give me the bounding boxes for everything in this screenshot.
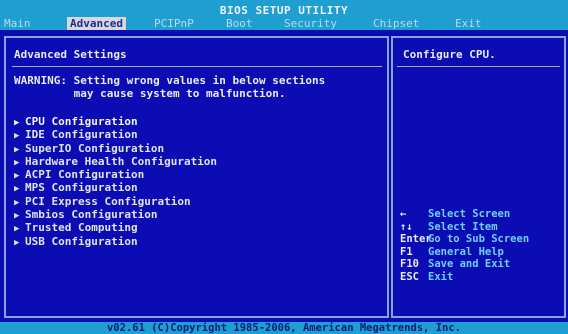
warning-line-2: may cause system to malfunction. xyxy=(14,87,286,100)
tab-chipset[interactable]: Chipset xyxy=(370,17,422,30)
legend-row: F10 Save and Exit xyxy=(400,258,529,271)
menu-item-label: Trusted Computing xyxy=(25,221,138,235)
legend-desc: General Help xyxy=(428,245,504,258)
menu-item-pci-express-configuration[interactable]: ▶ PCI Express Configuration xyxy=(14,195,217,208)
tab-security[interactable]: Security xyxy=(281,17,340,30)
menu-item-label: IDE Configuration xyxy=(25,128,138,142)
help-text: Configure CPU. xyxy=(403,48,496,61)
title-divider xyxy=(12,66,382,67)
bios-screen: BIOS SETUP UTILITY Main Advanced PCIPnP … xyxy=(0,0,568,334)
tab-main[interactable]: Main xyxy=(1,17,34,30)
legend-desc: Select Screen xyxy=(428,208,511,220)
menu-item-mps-configuration[interactable]: ▶ MPS Configuration xyxy=(14,181,217,194)
legend-row: EnterGo to Sub Screen xyxy=(400,233,529,246)
menu-item-smbios-configuration[interactable]: ▶ Smbios Configuration xyxy=(14,208,217,221)
header-bar: BIOS SETUP UTILITY Main Advanced PCIPnP … xyxy=(0,0,568,30)
menu-item-trusted-computing[interactable]: ▶ Trusted Computing xyxy=(14,221,217,234)
enter-key: Enter xyxy=(400,233,432,246)
left-arrow-key: ← xyxy=(400,208,407,220)
help-divider xyxy=(397,66,560,67)
menu-item-label: CPU Configuration xyxy=(25,115,138,128)
legend-row: F1 General Help xyxy=(400,246,529,259)
legend-desc: Save and Exit xyxy=(428,258,511,271)
esc-key: ESC xyxy=(400,270,419,283)
footer-bar: v02.61 (C)Copyright 1985-2006, American … xyxy=(0,322,568,334)
f1-key: F1 xyxy=(400,245,413,258)
tab-boot[interactable]: Boot xyxy=(223,17,256,30)
menu-item-label: Smbios Configuration xyxy=(25,208,158,222)
up-down-arrow-key: ↑↓ xyxy=(400,220,413,233)
menu-bar: Main Advanced PCIPnP Boot Security Chips… xyxy=(0,17,568,30)
legend-desc: Exit xyxy=(428,270,454,283)
legend-desc: Select Item xyxy=(428,220,498,233)
legend-row: ↑↓ Select Item xyxy=(400,221,529,234)
menu-item-label: SuperIO Configuration xyxy=(25,141,165,155)
menu-item-label: PCI Express Configuration xyxy=(25,194,191,208)
menu-item-acpi-configuration[interactable]: ▶ ACPI Configuration xyxy=(14,168,217,181)
f10-key: F10 xyxy=(400,258,419,271)
menu-item-superio-configuration[interactable]: ▶ SuperIO Configuration xyxy=(14,142,217,155)
panel-title: Advanced Settings xyxy=(14,48,127,61)
submenu-list: ▶ CPU Configuration ▶ IDE Configuration ▶ S… xyxy=(14,115,217,248)
tab-advanced[interactable]: Advanced xyxy=(67,17,126,30)
legend-row: ← Select Screen xyxy=(400,208,529,221)
menu-item-label: MPS Configuration xyxy=(25,181,138,195)
menu-item-label: Hardware Health Configuration xyxy=(25,154,218,168)
menu-item-label: ACPI Configuration xyxy=(25,168,145,182)
warning-line-1: WARNING: Setting wrong values in below s… xyxy=(14,74,326,87)
menu-item-label: USB Configuration xyxy=(25,234,138,248)
warning-text: WARNING: Setting wrong values in below s… xyxy=(14,74,325,100)
key-legend: ← Select Screen ↑↓ Select Item EnterGo to … xyxy=(400,208,529,284)
legend-row: ESC Exit xyxy=(400,271,529,284)
bios-title: BIOS SETUP UTILITY xyxy=(219,4,349,17)
arrow-right-icon: ▶ xyxy=(14,237,20,248)
help-panel: Configure CPU. ← Select Screen ↑↓ Select I… xyxy=(391,36,566,318)
menu-item-usb-configuration[interactable]: ▶ USB Configuration xyxy=(14,235,217,248)
tab-pcipnp[interactable]: PCIPnP xyxy=(151,17,197,30)
legend-desc: Go to Sub Screen xyxy=(428,233,530,246)
settings-panel: Advanced Settings WARNING: Setting wrong… xyxy=(4,36,389,318)
copyright-text: v02.61 (C)Copyright 1985-2006, American … xyxy=(106,322,461,334)
menu-item-hardware-health-configuration[interactable]: ▶ Hardware Health Configuration xyxy=(14,155,217,168)
menu-item-ide-configuration[interactable]: ▶ IDE Configuration xyxy=(14,128,217,141)
tab-exit[interactable]: Exit xyxy=(452,17,485,30)
menu-item-cpu-configuration[interactable]: ▶ CPU Configuration xyxy=(14,115,217,128)
